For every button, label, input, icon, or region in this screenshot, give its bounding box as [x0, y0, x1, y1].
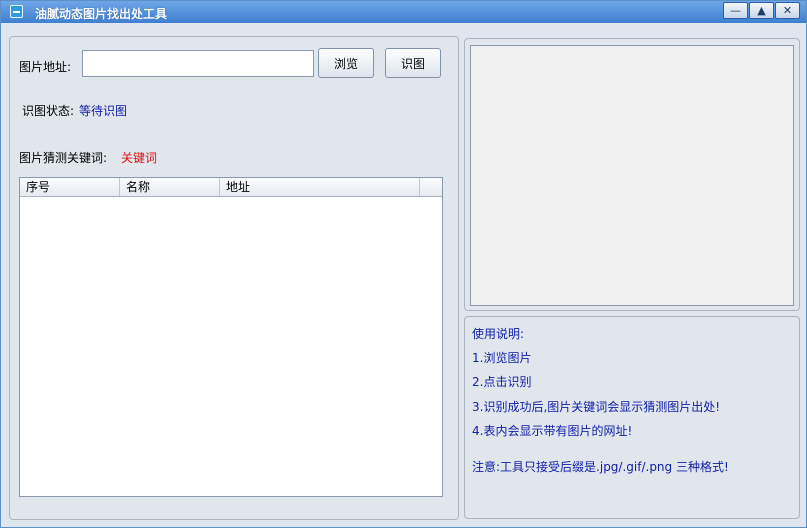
- table-header: 序号 名称 地址: [20, 178, 442, 197]
- instruction-step: 4.表内会显示带有图片的网址!: [472, 424, 633, 438]
- maximize-button[interactable]: ▲: [749, 2, 774, 19]
- instruction-step: 2.点击识别: [472, 375, 532, 389]
- results-table[interactable]: 序号 名称 地址: [19, 177, 443, 497]
- browse-button[interactable]: 浏览: [318, 48, 374, 78]
- status-value: 等待识图: [79, 104, 128, 118]
- instruction-step: 3.识别成功后,图片关键词会显示猜测图片出处!: [472, 400, 721, 414]
- keyword-value: 关键词: [121, 151, 158, 165]
- column-header-name[interactable]: 名称: [120, 178, 220, 196]
- instructions-note: 注意:工具只接受后缀是.jpg/.gif/.png 三种格式!: [472, 460, 729, 474]
- status-label: 识图状态:: [22, 104, 75, 118]
- instructions-heading: 使用说明:: [472, 327, 525, 341]
- image-address-label: 图片地址:: [19, 60, 72, 74]
- title-bar[interactable]: 油腻动态图片找出处工具 — ▲ ✕: [1, 1, 806, 23]
- app-icon: [10, 5, 23, 18]
- recognize-button[interactable]: 识图: [385, 48, 441, 78]
- instruction-step: 1.浏览图片: [472, 351, 532, 365]
- app-window: 油腻动态图片找出处工具 — ▲ ✕ 图片地址: 浏览 识图 识图状态: 等待识图…: [0, 0, 807, 528]
- image-address-input[interactable]: [82, 50, 314, 77]
- window-title: 油腻动态图片找出处工具: [35, 7, 168, 21]
- minimize-button[interactable]: —: [723, 2, 748, 19]
- column-header-address[interactable]: 地址: [220, 178, 420, 196]
- column-header-filler: [420, 178, 442, 196]
- window-controls: — ▲ ✕: [722, 2, 800, 19]
- close-button[interactable]: ✕: [775, 2, 800, 19]
- column-header-index[interactable]: 序号: [20, 178, 120, 196]
- image-preview: [470, 45, 794, 306]
- keyword-label: 图片猜测关键词:: [19, 151, 108, 165]
- instructions-panel: [464, 316, 800, 519]
